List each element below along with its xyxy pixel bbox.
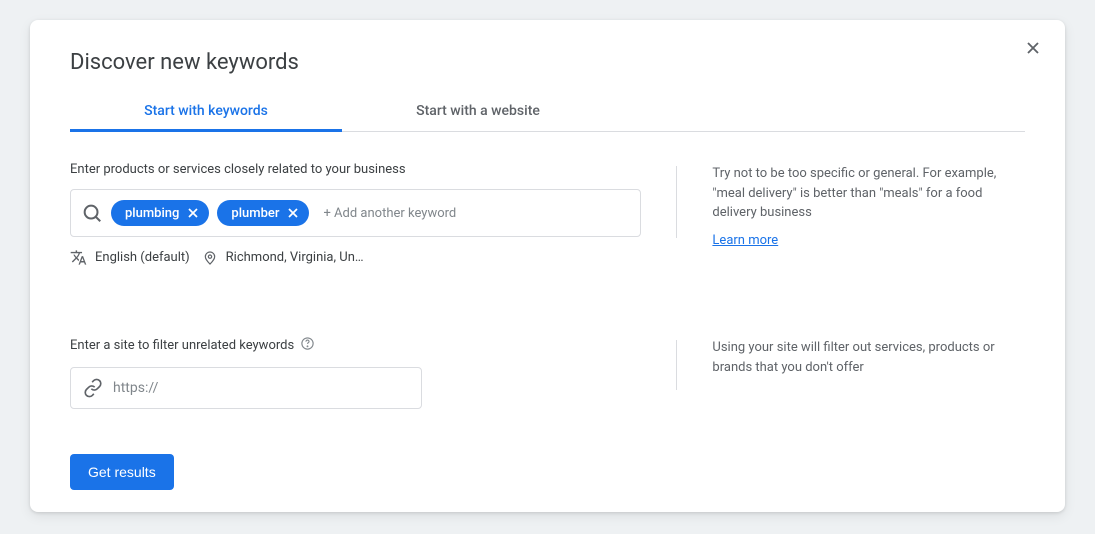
chip-label: plumbing bbox=[125, 206, 179, 221]
help-icon bbox=[300, 336, 315, 351]
vertical-divider bbox=[676, 340, 677, 390]
keyword-input-label: Enter products or services closely relat… bbox=[70, 162, 641, 177]
language-selector[interactable]: English (default) bbox=[95, 250, 190, 265]
help-button[interactable] bbox=[300, 336, 315, 355]
location-selector[interactable]: Richmond, Virginia, Un… bbox=[226, 250, 364, 265]
learn-more-link[interactable]: Learn more bbox=[712, 233, 778, 248]
site-input[interactable]: https:// bbox=[70, 367, 422, 409]
close-icon bbox=[185, 205, 201, 221]
site-filter-section: Enter a site to filter unrelated keyword… bbox=[70, 336, 1025, 409]
keyword-section: Enter products or services closely relat… bbox=[70, 162, 1025, 266]
close-icon bbox=[285, 205, 301, 221]
tab-keywords[interactable]: Start with keywords bbox=[70, 93, 342, 131]
keyword-planner-card: Discover new keywords Start with keyword… bbox=[30, 20, 1065, 512]
page-title: Discover new keywords bbox=[70, 50, 1025, 75]
search-icon bbox=[81, 202, 103, 224]
keyword-chip[interactable]: plumber bbox=[217, 200, 309, 226]
chip-label: plumber bbox=[231, 206, 279, 221]
location-pin-icon bbox=[202, 250, 218, 266]
get-results-button[interactable]: Get results bbox=[70, 454, 174, 490]
vertical-divider bbox=[676, 166, 677, 238]
keyword-input[interactable]: plumbing plumber + Add another keyword bbox=[70, 189, 641, 237]
close-button[interactable] bbox=[1023, 38, 1043, 62]
site-hint: Using your site will filter out services… bbox=[712, 338, 1025, 377]
add-keyword-placeholder: + Add another keyword bbox=[317, 206, 456, 221]
tab-website[interactable]: Start with a website bbox=[342, 93, 614, 131]
keyword-hint: Try not to be too specific or general. F… bbox=[712, 164, 1025, 223]
chip-remove[interactable] bbox=[285, 205, 301, 221]
chip-remove[interactable] bbox=[185, 205, 201, 221]
link-icon bbox=[83, 378, 103, 398]
close-icon bbox=[1023, 38, 1043, 58]
site-placeholder: https:// bbox=[113, 380, 158, 396]
tabs: Start with keywords Start with a website bbox=[70, 93, 1025, 132]
translate-icon bbox=[70, 249, 87, 266]
site-input-label-text: Enter a site to filter unrelated keyword… bbox=[70, 338, 294, 353]
locale-row: English (default) Richmond, Virginia, Un… bbox=[70, 249, 641, 266]
site-input-label: Enter a site to filter unrelated keyword… bbox=[70, 336, 641, 355]
keyword-chip[interactable]: plumbing bbox=[111, 200, 209, 226]
